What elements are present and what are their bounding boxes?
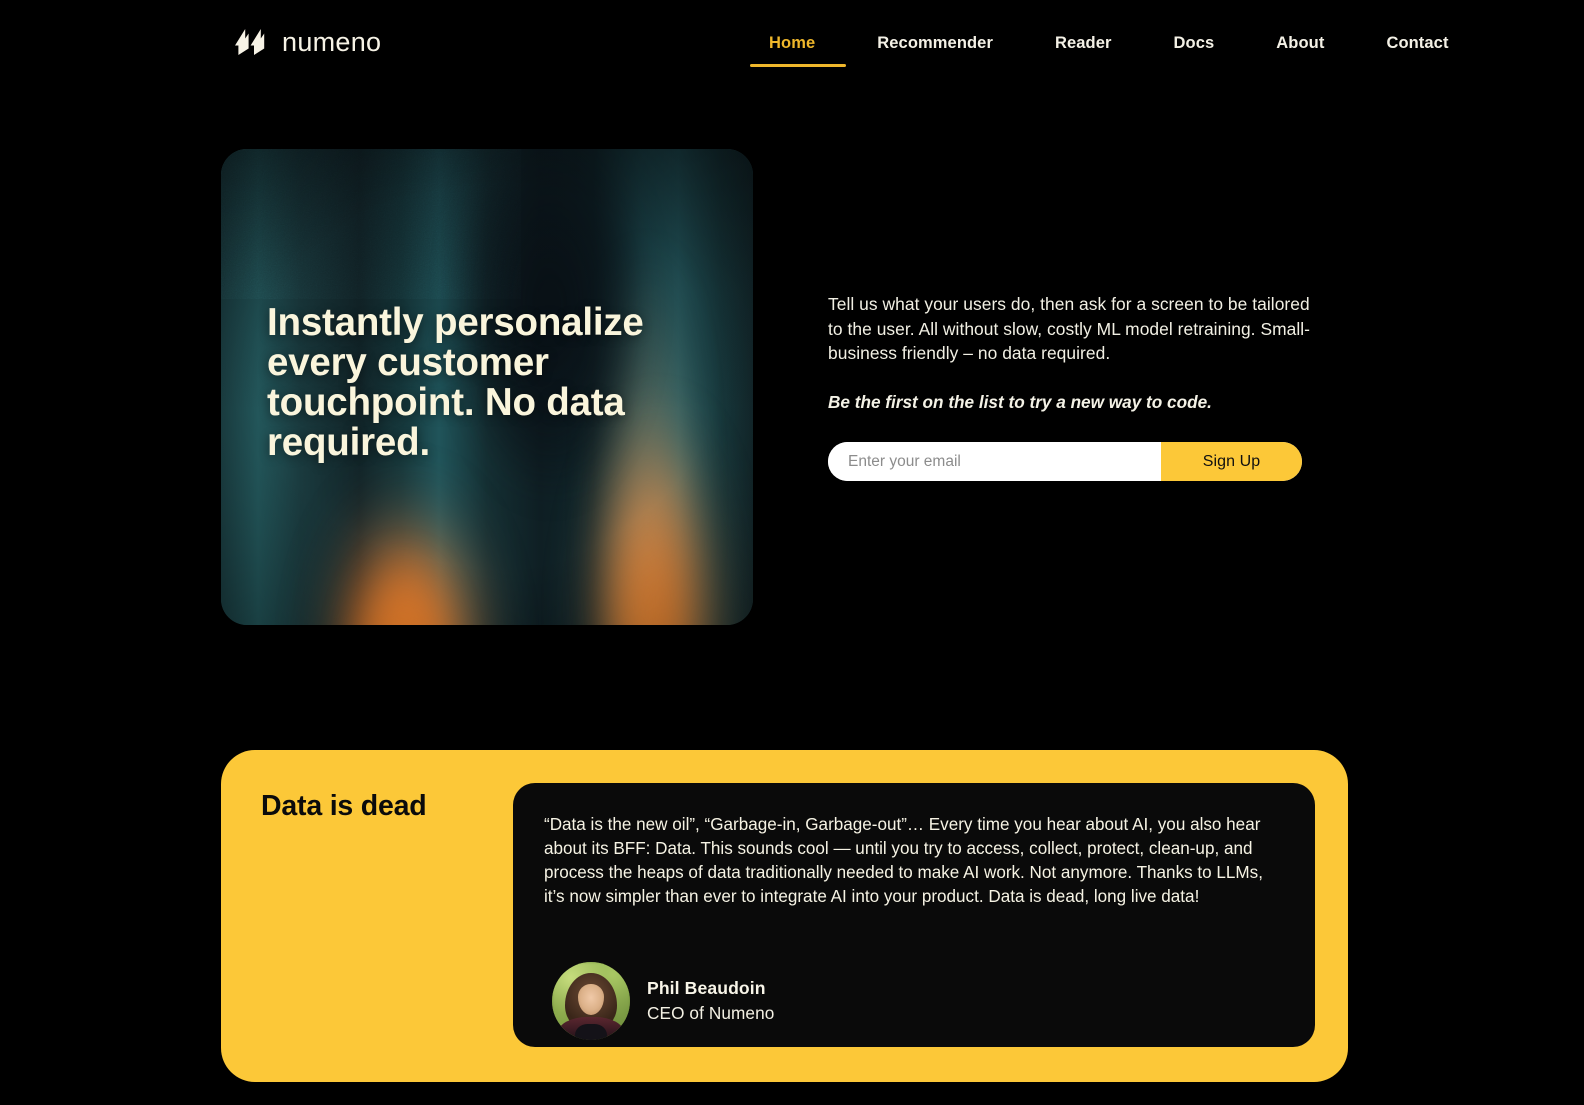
sign-up-button[interactable]: Sign Up: [1161, 442, 1302, 482]
quote-author: Phil Beaudoin CEO of Numeno: [552, 962, 774, 1040]
hero-gradient-image: Instantly personalize every customer tou…: [221, 149, 753, 625]
page-root: numeno Home Recommender Reader Docs Abou…: [0, 0, 1584, 1105]
nav-item-about[interactable]: About: [1245, 28, 1355, 58]
nav-item-docs[interactable]: Docs: [1143, 28, 1246, 58]
brand-name: numeno: [282, 26, 382, 57]
email-input[interactable]: [828, 442, 1161, 482]
author-name: Phil Beaudoin: [647, 978, 766, 998]
nav-item-home[interactable]: Home: [750, 28, 847, 67]
hero-copy-column: Tell us what your users do, then ask for…: [828, 292, 1328, 482]
section-heading: Data is dead: [261, 790, 427, 822]
hero-headline: Instantly personalize every customer tou…: [267, 301, 644, 465]
brand-logo[interactable]: numeno: [232, 22, 381, 62]
author-portrait-avatar: [552, 962, 630, 1040]
hero-grain-texture: [221, 149, 521, 299]
author-meta: Phil Beaudoin CEO of Numeno: [647, 978, 774, 1024]
signup-form: Sign Up: [828, 442, 1302, 482]
nav-item-contact[interactable]: Contact: [1355, 28, 1464, 58]
hero-section: Instantly personalize every customer tou…: [221, 149, 1341, 627]
nav-item-recommender[interactable]: Recommender: [846, 28, 1024, 58]
numeno-lightning-mark-icon: [232, 26, 268, 58]
data-is-dead-section: Data is dead “Data is the new oil”, “Gar…: [221, 750, 1348, 1082]
hero-subheadline: Be the first on the list to try a new wa…: [828, 392, 1212, 413]
main-nav: Home Recommender Reader Docs About Conta…: [750, 28, 1465, 67]
nav-item-reader[interactable]: Reader: [1024, 28, 1143, 58]
author-role: CEO of Numeno: [647, 1003, 775, 1023]
quote-text: “Data is the new oil”, “Garbage-in, Garb…: [544, 815, 1263, 907]
site-header: numeno Home Recommender Reader Docs Abou…: [0, 0, 1584, 86]
quote-card: “Data is the new oil”, “Garbage-in, Garb…: [513, 783, 1315, 1047]
hero-lead-paragraph: Tell us what your users do, then ask for…: [828, 294, 1311, 364]
avatar-shirt: [575, 1024, 607, 1040]
